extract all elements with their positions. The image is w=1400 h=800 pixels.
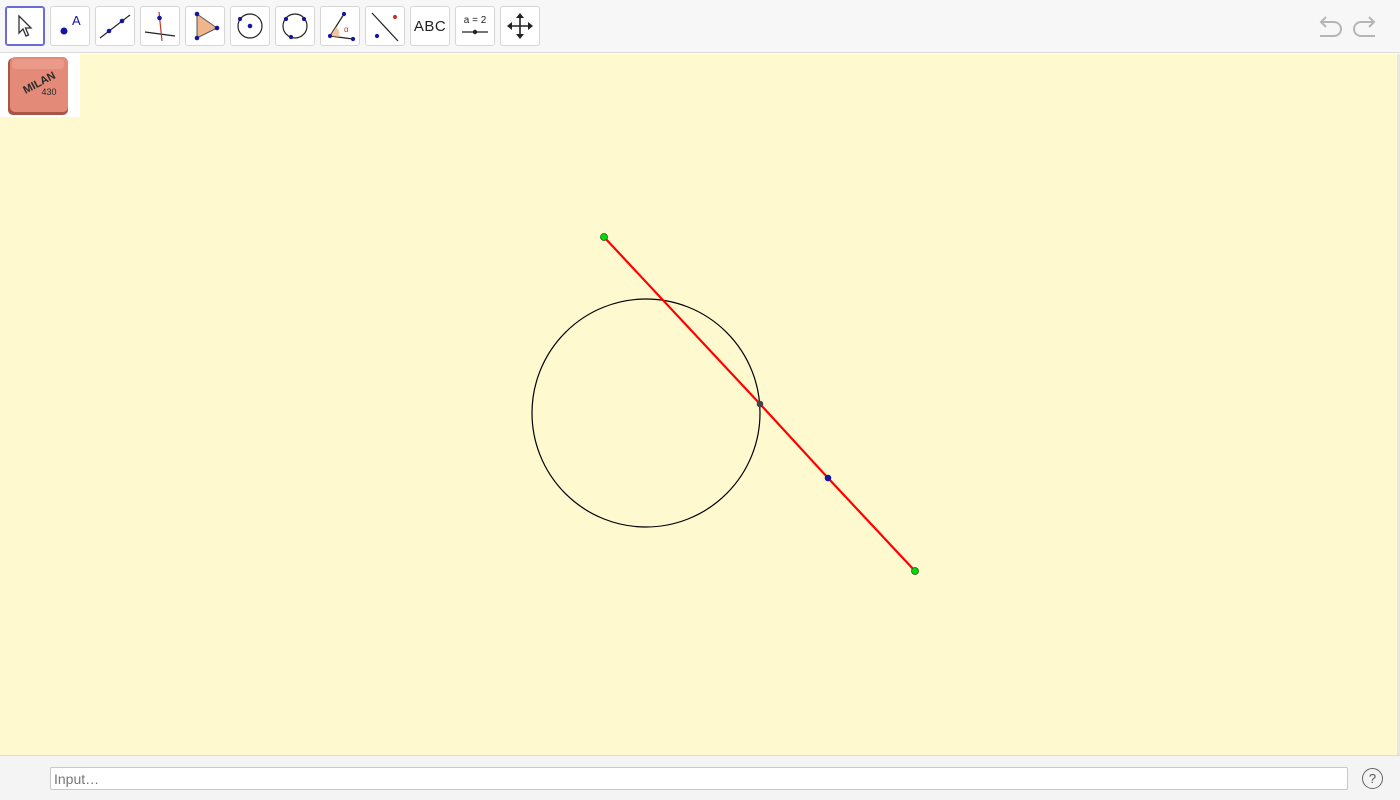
tool-circle-three-points[interactable]: [275, 6, 315, 46]
undo-icon: [1319, 16, 1342, 37]
circle-three-points-icon: [282, 13, 308, 40]
intersection-point[interactable]: [756, 400, 764, 408]
tool-text[interactable]: ABC: [410, 6, 450, 46]
eraser-model-text: 430: [41, 87, 56, 97]
tool-move-graphics-view[interactable]: [500, 6, 540, 46]
point-tool-label: A: [72, 13, 81, 28]
circle-center-icon: [237, 13, 263, 39]
tool-line[interactable]: [95, 6, 135, 46]
help-button[interactable]: ?: [1362, 768, 1383, 789]
tool-point[interactable]: A: [50, 6, 90, 46]
tool-slider[interactable]: a = 2: [455, 6, 495, 46]
redo-button[interactable]: [1349, 10, 1383, 44]
point-icon: A: [60, 13, 81, 35]
graphics-view[interactable]: MILAN 430: [0, 54, 1397, 755]
endpoint-bottom[interactable]: [911, 567, 919, 575]
polygon-icon: [194, 11, 220, 41]
text-icon: ABC: [413, 17, 447, 35]
move-cross-arrows-icon: [507, 13, 533, 39]
tool-move[interactable]: [5, 6, 45, 46]
input-bar: ?: [0, 755, 1400, 800]
algebra-input[interactable]: [50, 767, 1348, 790]
slider-tool-label: a = 2: [464, 15, 487, 26]
question-mark-icon: ?: [1368, 771, 1377, 786]
tool-polygon[interactable]: [185, 6, 225, 46]
perpendicular-line-icon: [144, 11, 176, 42]
tool-reflect[interactable]: [365, 6, 405, 46]
tool-angle[interactable]: α: [320, 6, 360, 46]
geogebra-app: A α ABC a = 2 MILAN 430 Input… ?: [0, 0, 1400, 800]
construction-drawing: [531, 233, 919, 575]
line-through-two-points-icon: [99, 14, 131, 39]
angle-icon: α: [327, 11, 356, 42]
redo-icon: [1353, 16, 1376, 37]
point-on-segment[interactable]: [824, 474, 832, 482]
tool-circle-center-point[interactable]: [230, 6, 270, 46]
slider-icon: a = 2: [462, 15, 488, 35]
undo-button[interactable]: [1312, 10, 1346, 44]
pointer-arrow-icon: [18, 14, 33, 37]
eraser-image[interactable]: MILAN 430: [0, 54, 80, 117]
endpoint-top[interactable]: [600, 233, 608, 241]
tool-perpendicular-line[interactable]: [140, 6, 180, 46]
angle-tool-label: α: [344, 25, 349, 34]
circle-c[interactable]: [531, 298, 761, 528]
reflect-about-line-icon: [371, 12, 399, 42]
toolbar: A α ABC a = 2: [0, 0, 1400, 53]
